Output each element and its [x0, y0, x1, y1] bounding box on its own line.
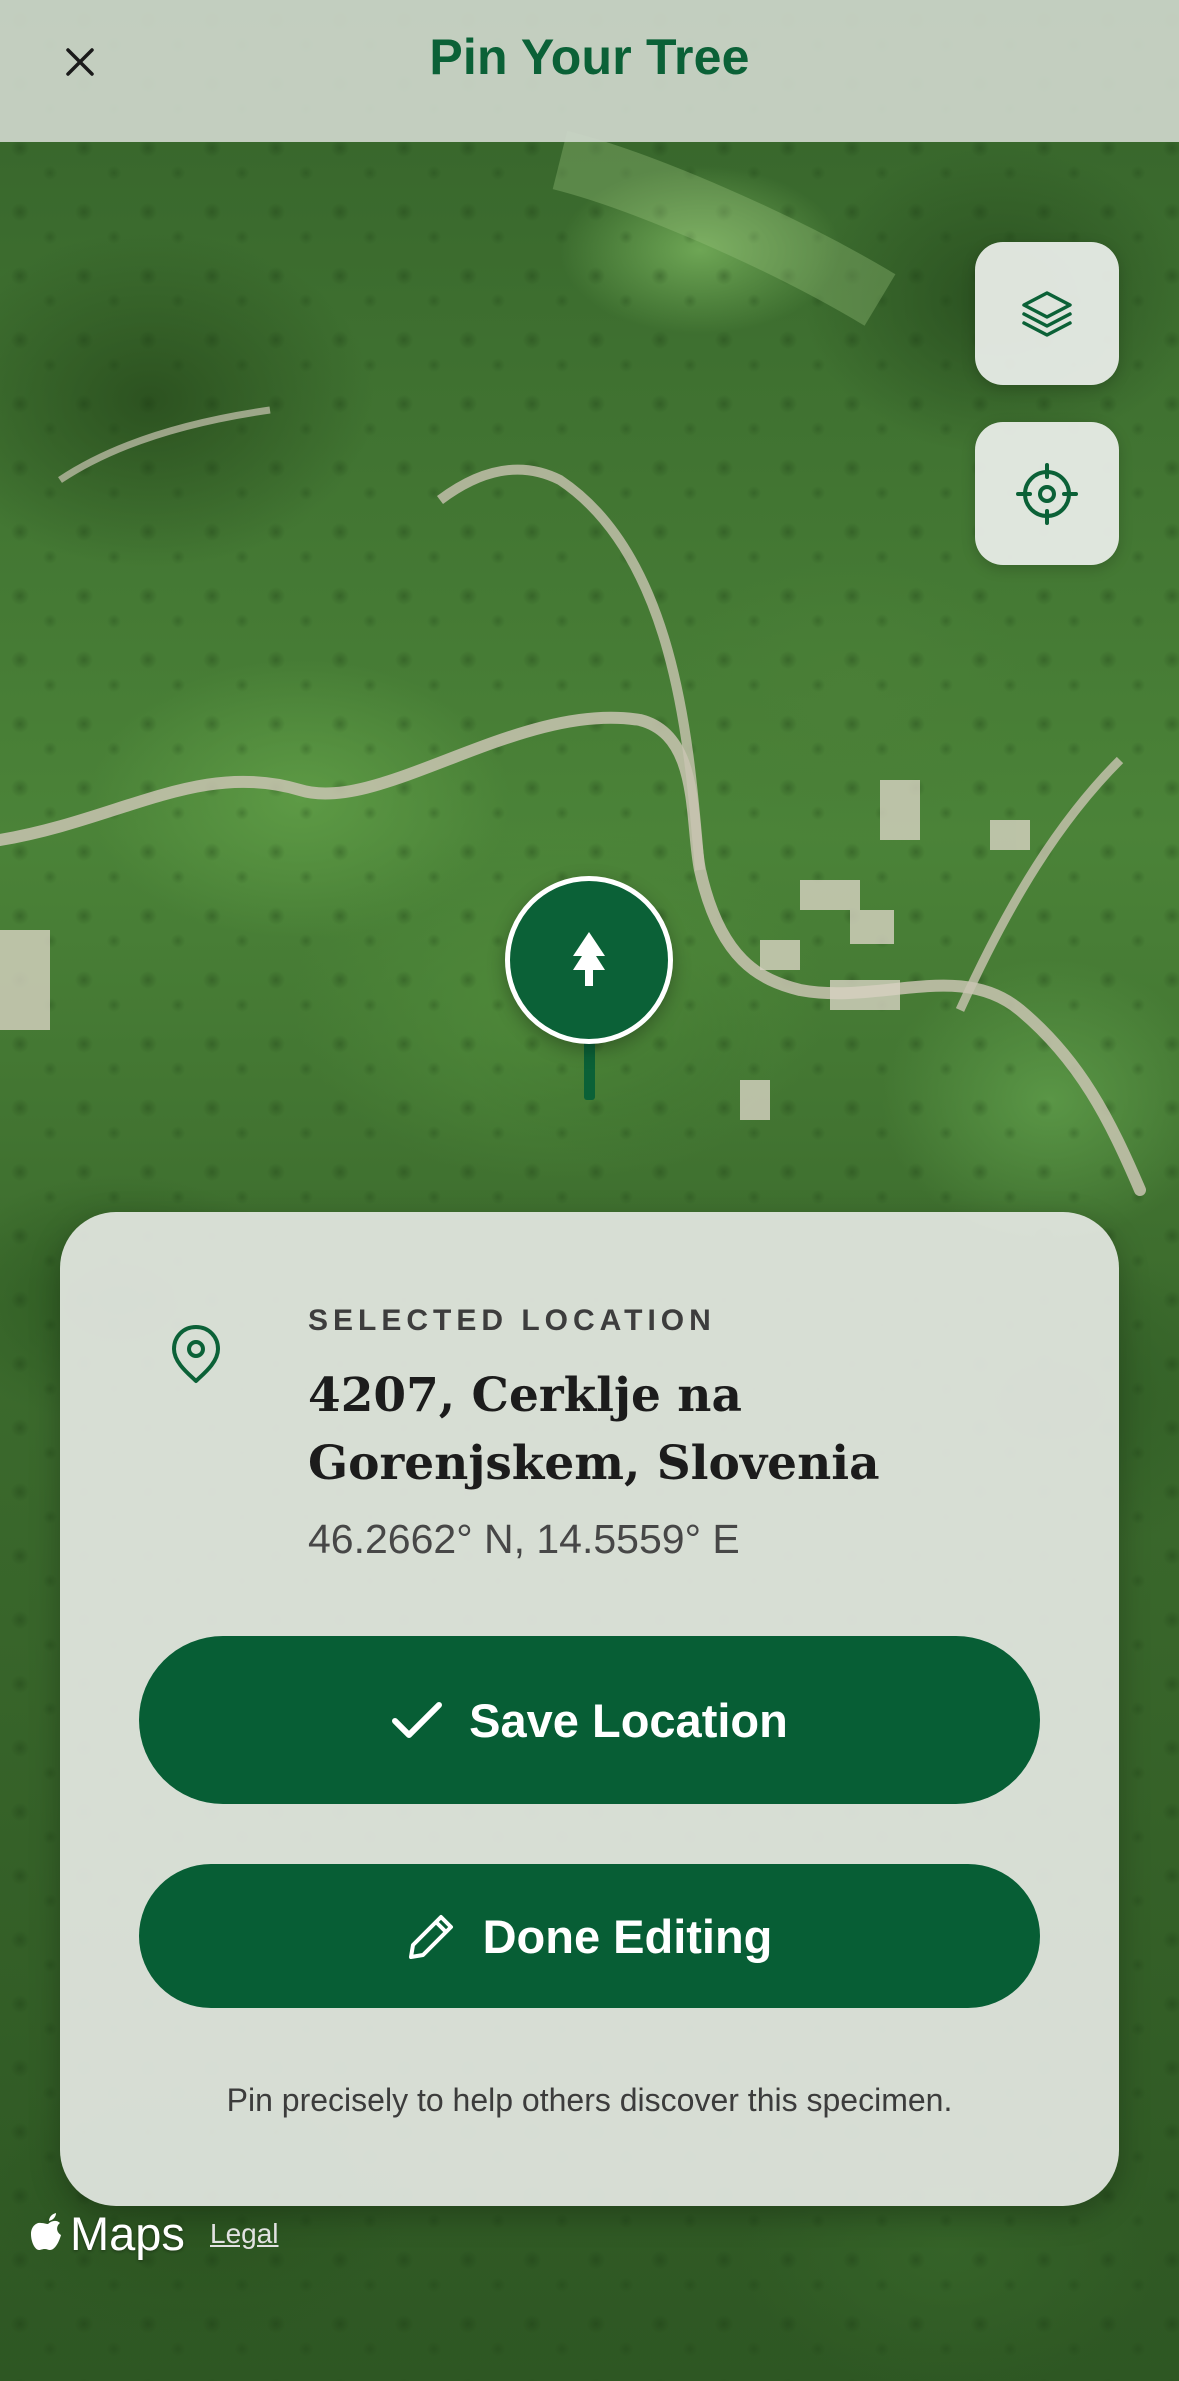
maps-logo-text: Maps	[70, 2207, 185, 2260]
pencil-icon	[408, 1915, 453, 1959]
apple-logo-icon	[31, 2212, 61, 2250]
coordinates-readout: 46.2662° N, 14.5559° E	[308, 1516, 740, 1562]
maps-attribution-logo: Maps	[30, 2206, 185, 2261]
page-title: Pin Your Tree	[429, 29, 750, 85]
location-sheet: SELECTED LOCATION 4207, Cerklje na Goren…	[60, 1212, 1119, 2206]
legal-link[interactable]: Legal	[210, 2218, 279, 2250]
tree-icon	[573, 932, 605, 986]
tree-location-pin[interactable]	[505, 876, 673, 1044]
map-layers-button[interactable]	[975, 242, 1119, 385]
save-location-label: Save Location	[469, 1693, 788, 1747]
crosshair-locate-icon	[1016, 462, 1078, 525]
done-editing-button[interactable]: Done Editing	[139, 1864, 1040, 2008]
recenter-location-button[interactable]	[975, 422, 1119, 565]
selected-address: 4207, Cerklje na Gorenjskem, Slovenia	[308, 1368, 880, 1491]
pin-tree-screen: Pin Your Tree SELECTED LOCATION 4207, Ce…	[0, 0, 1179, 2381]
layers-icon	[1022, 290, 1072, 337]
checkmark-icon	[392, 1702, 443, 1738]
map-pin-icon	[172, 1325, 220, 1383]
save-location-button[interactable]: Save Location	[139, 1636, 1040, 1804]
done-editing-label: Done Editing	[482, 1909, 773, 1963]
section-label: SELECTED LOCATION	[308, 1304, 716, 1337]
hint-text: Pin precisely to help others discover th…	[226, 2082, 953, 2118]
pin-stem	[584, 1036, 595, 1100]
top-bar: Pin Your Tree	[0, 0, 1179, 142]
